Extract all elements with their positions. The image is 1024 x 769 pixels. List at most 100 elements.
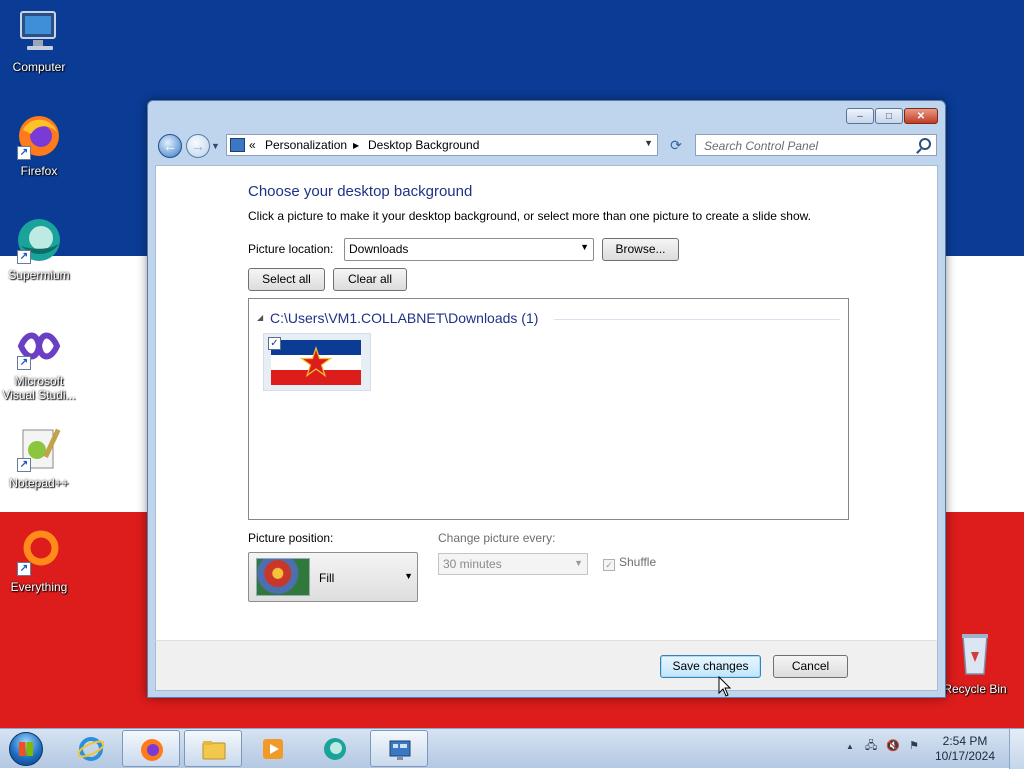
firefox-icon: ↗ <box>15 112 63 160</box>
chevron-down-icon: ▼ <box>574 558 583 568</box>
folder-icon <box>202 741 226 760</box>
address-bar[interactable]: « Personalization ▶ Desktop Background ▼ <box>226 134 658 156</box>
clock-date: 10/17/2024 <box>934 749 996 763</box>
select-all-button[interactable]: Select all <box>248 268 325 291</box>
yugoslav-flag-icon <box>271 340 361 385</box>
navigation-bar: ← → ▼ « Personalization ▶ Desktop Backgr… <box>156 133 937 159</box>
picture-position-label: Picture position: <box>248 531 334 545</box>
clock[interactable]: 2:54 PM 10/17/2024 <box>930 734 1000 764</box>
show-desktop-button[interactable] <box>1009 729 1024 769</box>
search-box[interactable] <box>695 134 937 156</box>
desktop-icon-label: Microsoft Visual Studi... <box>2 374 76 402</box>
address-dropdown-icon[interactable]: ▼ <box>644 138 653 148</box>
taskbar-media-player[interactable] <box>244 730 302 767</box>
save-changes-button[interactable]: Save changes <box>660 655 761 678</box>
clear-all-button[interactable]: Clear all <box>333 268 407 291</box>
browse-button[interactable]: Browse... <box>602 238 679 261</box>
volume-muted-icon[interactable]: 🔇 <box>886 740 900 752</box>
network-icon[interactable]: 🖧 <box>865 740 877 752</box>
maximize-button[interactable]: □ <box>875 108 903 124</box>
visual-studio-icon: ↗ <box>15 322 63 370</box>
desktop-icon-label: Everything <box>10 580 68 594</box>
breadcrumb-overflow[interactable]: « <box>249 138 256 152</box>
picture-thumbnail[interactable]: ✓ <box>263 333 371 391</box>
shortcut-arrow-icon: ↗ <box>17 146 31 160</box>
search-icon[interactable] <box>919 138 931 150</box>
change-interval-value: 30 minutes <box>443 557 502 571</box>
change-picture-label: Change picture every: <box>438 531 556 545</box>
picture-location-value: Downloads <box>349 242 409 256</box>
taskbar-control-panel[interactable] <box>370 730 428 767</box>
minimize-button[interactable]: – <box>846 108 874 124</box>
desktop-icon-label: Notepad++ <box>9 476 69 490</box>
desktop-icon-label: Computer <box>12 60 66 74</box>
windows-logo-icon <box>9 732 43 766</box>
supermium-icon <box>324 738 346 760</box>
desktop-icon-computer[interactable]: Computer <box>1 8 77 74</box>
taskbar-internet-explorer[interactable] <box>62 730 120 767</box>
change-interval-select[interactable]: 30 minutes ▼ <box>438 553 588 575</box>
position-preview-image <box>256 558 310 596</box>
picture-position-value: Fill <box>319 571 335 585</box>
picture-position-select[interactable]: Fill ▼ <box>248 552 418 602</box>
show-hidden-icons-icon[interactable]: ▲ <box>846 742 854 751</box>
media-player-icon <box>263 739 283 759</box>
shuffle-checkbox[interactable]: ✓ Shuffle <box>603 555 656 571</box>
recycle-bin-icon <box>951 630 999 678</box>
shortcut-arrow-icon: ↗ <box>17 562 31 576</box>
breadcrumb-desktop-background[interactable]: Desktop Background <box>368 138 479 152</box>
picture-location-label: Picture location: <box>248 242 334 256</box>
firefox-icon <box>141 739 163 761</box>
start-button[interactable] <box>3 729 49 769</box>
desktop-icon-visual-studio[interactable]: ↗ Microsoft Visual Studi... <box>1 322 77 402</box>
refresh-icon[interactable]: ⟳ <box>664 134 688 156</box>
cancel-button[interactable]: Cancel <box>773 655 848 678</box>
notepadpp-icon: ↗ <box>15 424 63 472</box>
desktop-icon-everything[interactable]: ↗ Everything <box>1 528 77 594</box>
group-divider <box>554 319 840 320</box>
clock-time: 2:54 PM <box>942 734 988 748</box>
mouse-cursor-icon <box>718 675 732 698</box>
desktop-icon-label: Firefox <box>20 164 58 178</box>
breadcrumb-separator-icon[interactable]: ▶ <box>353 141 359 150</box>
desktop-icon-notepadpp[interactable]: ↗ Notepad++ <box>1 424 77 490</box>
system-tray: ▲ 🖧 🔇 ⚑ <box>846 737 919 756</box>
page-description: Click a picture to make it your desktop … <box>248 209 811 223</box>
content-pane: Choose your desktop background Click a p… <box>155 165 938 641</box>
window-footer: Save changes Cancel <box>155 640 938 691</box>
picture-list[interactable]: ◢ C:\Users\VM1.COLLABNET\Downloads (1) ✓ <box>248 298 849 520</box>
group-header[interactable]: C:\Users\VM1.COLLABNET\Downloads (1) <box>270 310 538 326</box>
search-input[interactable] <box>702 136 906 156</box>
forward-button[interactable]: → <box>186 134 210 158</box>
breadcrumb-personalization[interactable]: Personalization <box>265 138 347 152</box>
taskbar-explorer[interactable] <box>184 730 242 767</box>
chevron-down-icon: ▼ <box>580 242 589 252</box>
picture-checkbox[interactable]: ✓ <box>268 337 281 350</box>
shortcut-arrow-icon: ↗ <box>17 250 31 264</box>
taskbar-supermium[interactable] <box>306 730 364 767</box>
desktop-icon-label: Recycle Bin <box>943 682 1007 696</box>
checkbox-check-icon: ✓ <box>603 559 615 571</box>
chevron-down-icon: ▼ <box>404 571 413 581</box>
supermium-icon: ↗ <box>15 216 63 264</box>
shortcut-arrow-icon: ↗ <box>17 458 31 472</box>
internet-explorer-icon <box>78 737 104 761</box>
desktop-icon-recycle-bin[interactable]: Recycle Bin <box>937 630 1013 696</box>
everything-icon: ↗ <box>15 528 63 576</box>
back-button[interactable]: ← <box>158 134 182 158</box>
picture-location-select[interactable]: Downloads ▼ <box>344 238 594 261</box>
taskbar-firefox[interactable] <box>122 730 180 767</box>
desktop-icon-firefox[interactable]: ↗ Firefox <box>1 112 77 178</box>
collapse-triangle-icon[interactable]: ◢ <box>257 313 263 322</box>
shuffle-label: Shuffle <box>619 555 657 569</box>
desktop-background-window[interactable]: – □ ✕ ← → ▼ « Personalization ▶ Desktop … <box>147 100 946 698</box>
page-title: Choose your desktop background <box>248 183 473 200</box>
shortcut-arrow-icon: ↗ <box>17 356 31 370</box>
action-center-flag-icon[interactable]: ⚑ <box>909 740 919 752</box>
desktop-icon-supermium[interactable]: ↗ Supermium <box>1 216 77 282</box>
desktop-icon-label: Supermium <box>8 268 70 282</box>
close-button[interactable]: ✕ <box>904 108 938 124</box>
computer-icon <box>15 8 63 56</box>
window-controls: – □ ✕ <box>845 108 938 124</box>
recent-pages-dropdown-icon[interactable]: ▼ <box>211 141 220 151</box>
